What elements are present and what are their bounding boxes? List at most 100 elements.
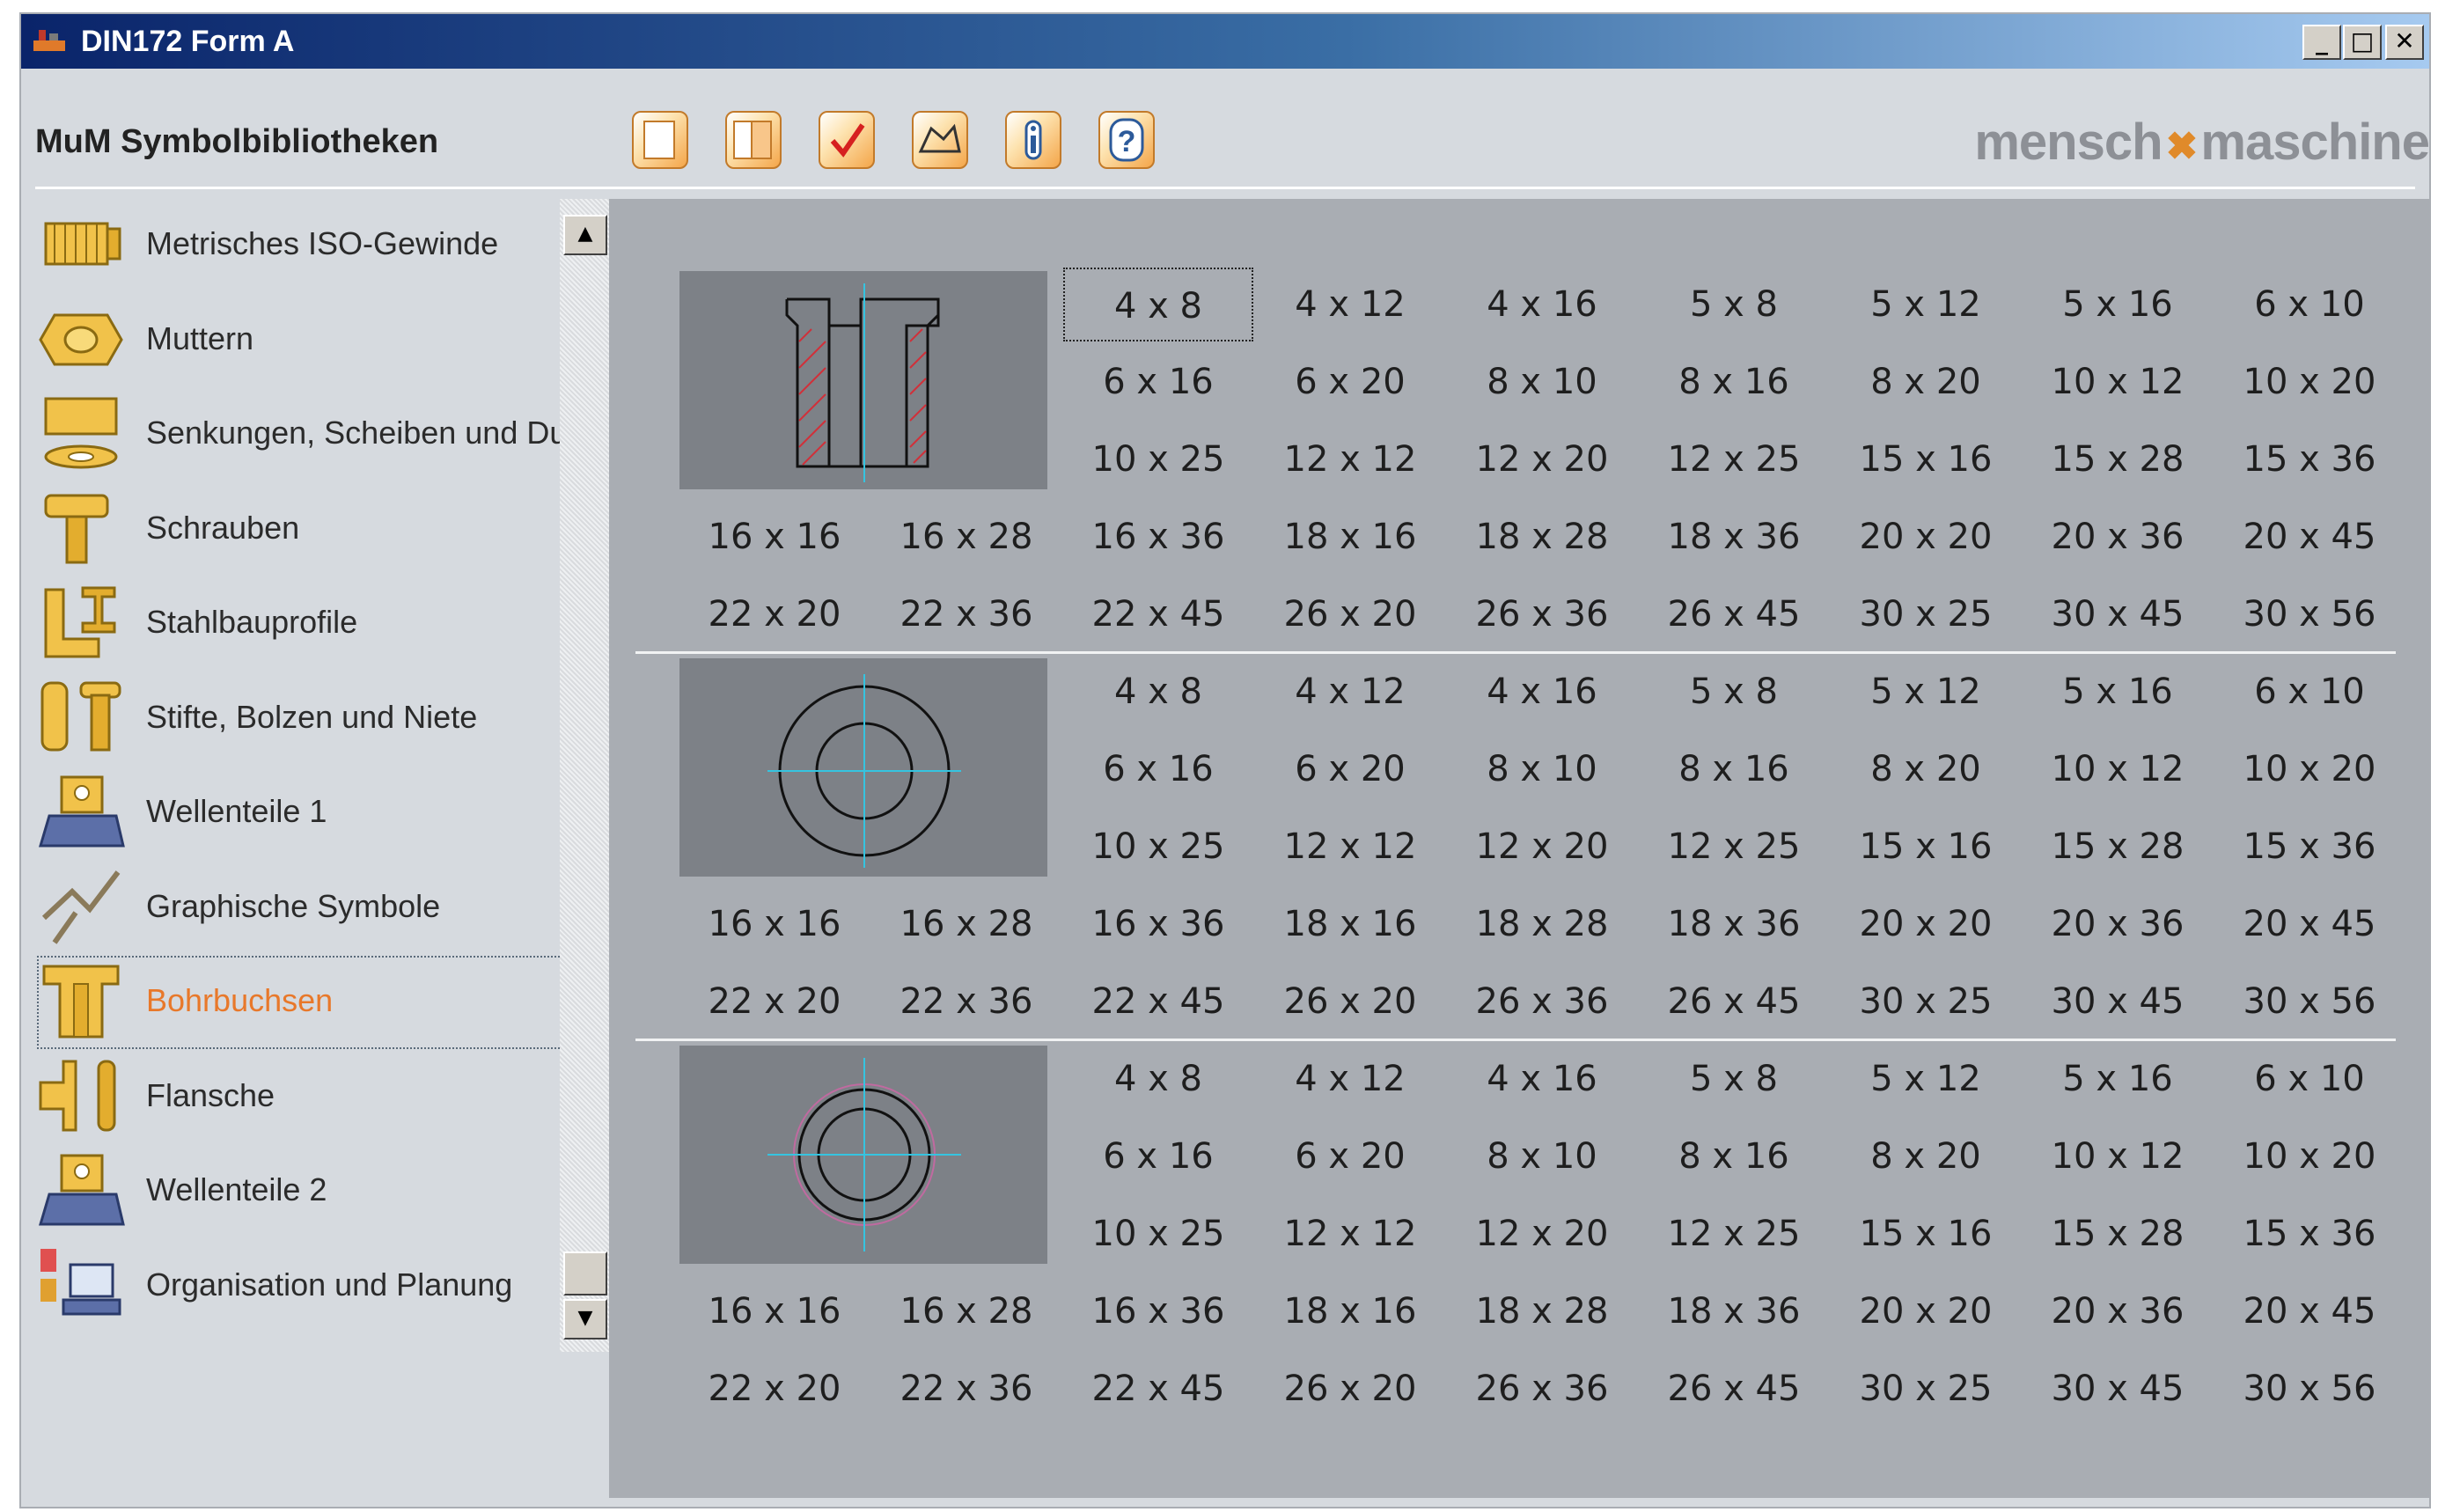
size-option[interactable]: 12 x 20 [1447, 810, 1637, 884]
size-option[interactable]: 20 x 45 [2214, 500, 2405, 574]
size-option[interactable]: 5 x 16 [2023, 268, 2213, 341]
size-option[interactable]: 30 x 25 [1831, 1352, 2021, 1426]
size-option[interactable]: 26 x 36 [1447, 577, 1637, 651]
size-option[interactable]: 4 x 8 [1063, 655, 1253, 729]
size-option[interactable]: 20 x 36 [2023, 1274, 2213, 1348]
size-option[interactable]: 16 x 16 [679, 1274, 870, 1348]
sidebar-item-graphische-symbole[interactable]: Graphische Symbole [37, 862, 574, 955]
size-option[interactable]: 22 x 36 [871, 1352, 1061, 1426]
size-option[interactable]: 16 x 28 [871, 500, 1061, 574]
sidebar-item-bohrbuchsen[interactable]: Bohrbuchsen [37, 956, 574, 1049]
size-option[interactable]: 5 x 12 [1831, 268, 2021, 341]
size-option[interactable]: 5 x 12 [1831, 1042, 2021, 1116]
check-button[interactable] [819, 111, 875, 169]
size-option[interactable]: 8 x 16 [1639, 1119, 1829, 1193]
size-option[interactable]: 18 x 36 [1639, 500, 1829, 574]
help-button[interactable]: ? [1098, 111, 1155, 169]
size-option[interactable]: 12 x 12 [1255, 810, 1445, 884]
size-option[interactable]: 22 x 45 [1063, 1352, 1253, 1426]
size-option[interactable]: 22 x 20 [679, 577, 870, 651]
size-option[interactable]: 20 x 45 [2214, 1274, 2405, 1348]
size-option[interactable]: 15 x 28 [2023, 810, 2213, 884]
sidebar-item-wellenteile-1[interactable]: Wellenteile 1 [37, 767, 574, 860]
size-option[interactable]: 6 x 16 [1063, 1119, 1253, 1193]
size-option[interactable]: 15 x 28 [2023, 422, 2213, 496]
size-option[interactable]: 4 x 16 [1447, 268, 1637, 341]
size-option[interactable]: 18 x 28 [1447, 887, 1637, 961]
size-option[interactable]: 15 x 28 [2023, 1197, 2213, 1271]
size-option[interactable]: 30 x 45 [2023, 1352, 2213, 1426]
size-option[interactable]: 20 x 20 [1831, 500, 2021, 574]
size-option[interactable]: 16 x 36 [1063, 500, 1253, 574]
size-option[interactable]: 4 x 16 [1447, 655, 1637, 729]
size-option[interactable]: 30 x 56 [2214, 965, 2405, 1039]
size-option[interactable]: 18 x 16 [1255, 500, 1445, 574]
size-option[interactable]: 6 x 20 [1255, 1119, 1445, 1193]
size-option[interactable]: 6 x 10 [2214, 1042, 2405, 1116]
size-option[interactable]: 26 x 45 [1639, 1352, 1829, 1426]
size-option[interactable]: 26 x 36 [1447, 965, 1637, 1039]
size-option[interactable]: 16 x 28 [871, 887, 1061, 961]
size-option[interactable]: 26 x 45 [1639, 965, 1829, 1039]
size-option[interactable]: 10 x 25 [1063, 1197, 1253, 1271]
size-option[interactable]: 6 x 16 [1063, 732, 1253, 806]
size-option[interactable]: 26 x 20 [1255, 577, 1445, 651]
size-option[interactable]: 10 x 20 [2214, 345, 2405, 419]
size-option[interactable]: 12 x 25 [1639, 1197, 1829, 1271]
size-option[interactable]: 18 x 36 [1639, 887, 1829, 961]
size-option[interactable]: 8 x 10 [1447, 732, 1637, 806]
size-option[interactable]: 20 x 45 [2214, 887, 2405, 961]
size-option[interactable]: 6 x 10 [2214, 655, 2405, 729]
size-option[interactable]: 10 x 12 [2023, 345, 2213, 419]
size-option[interactable]: 5 x 8 [1639, 1042, 1829, 1116]
size-option[interactable]: 6 x 16 [1063, 345, 1253, 419]
size-option[interactable]: 12 x 25 [1639, 810, 1829, 884]
size-option[interactable]: 6 x 20 [1255, 732, 1445, 806]
size-option[interactable]: 22 x 20 [679, 1352, 870, 1426]
size-option[interactable]: 4 x 12 [1255, 268, 1445, 341]
new-button[interactable] [632, 111, 688, 169]
size-option[interactable]: 12 x 20 [1447, 1197, 1637, 1271]
size-option[interactable]: 18 x 36 [1639, 1274, 1829, 1348]
scroll-thumb[interactable] [563, 1251, 607, 1295]
sidebar-item-senkungen-scheiben-und-du[interactable]: Senkungen, Scheiben und Du [37, 388, 574, 481]
page-button[interactable] [725, 111, 782, 169]
size-option[interactable]: 18 x 28 [1447, 500, 1637, 574]
size-option[interactable]: 26 x 20 [1255, 965, 1445, 1039]
size-option[interactable]: 15 x 36 [2214, 810, 2405, 884]
size-option[interactable]: 10 x 12 [2023, 1119, 2213, 1193]
size-option[interactable]: 15 x 36 [2214, 422, 2405, 496]
size-option[interactable]: 10 x 25 [1063, 810, 1253, 884]
size-option[interactable]: 30 x 25 [1831, 965, 2021, 1039]
sidebar-item-stahlbauprofile[interactable]: Stahlbauprofile [37, 577, 574, 671]
size-option[interactable]: 5 x 8 [1639, 655, 1829, 729]
size-option[interactable]: 8 x 10 [1447, 1119, 1637, 1193]
size-option[interactable]: 4 x 12 [1255, 655, 1445, 729]
sidebar-item-stifte-bolzen-und-niete[interactable]: Stifte, Bolzen und Niete [37, 672, 574, 766]
size-option[interactable]: 18 x 16 [1255, 1274, 1445, 1348]
size-option[interactable]: 26 x 20 [1255, 1352, 1445, 1426]
size-option[interactable]: 5 x 16 [2023, 1042, 2213, 1116]
size-option[interactable]: 18 x 16 [1255, 887, 1445, 961]
size-option[interactable]: 12 x 12 [1255, 1197, 1445, 1271]
bushing-bottom-view[interactable] [679, 1046, 1047, 1264]
size-option[interactable]: 4 x 16 [1447, 1042, 1637, 1116]
folder-button[interactable] [912, 111, 968, 169]
size-option[interactable]: 8 x 20 [1831, 732, 2021, 806]
size-option[interactable]: 10 x 20 [2214, 732, 2405, 806]
scroll-down-button[interactable]: ▼ [563, 1299, 607, 1340]
size-option[interactable]: 22 x 45 [1063, 965, 1253, 1039]
sidebar-item-wellenteile-2[interactable]: Wellenteile 2 [37, 1145, 574, 1238]
size-option[interactable]: 12 x 12 [1255, 422, 1445, 496]
sidebar-item-flansche[interactable]: Flansche [37, 1051, 574, 1144]
close-button[interactable]: ✕ [2385, 25, 2424, 60]
size-option[interactable]: 12 x 20 [1447, 422, 1637, 496]
size-option[interactable]: 5 x 16 [2023, 655, 2213, 729]
size-option[interactable]: 16 x 36 [1063, 1274, 1253, 1348]
size-option[interactable]: 16 x 16 [679, 887, 870, 961]
size-option[interactable]: 30 x 56 [2214, 577, 2405, 651]
size-option[interactable]: 10 x 12 [2023, 732, 2213, 806]
size-option[interactable]: 4 x 8 [1063, 268, 1253, 341]
size-option[interactable]: 12 x 25 [1639, 422, 1829, 496]
size-option[interactable]: 20 x 36 [2023, 500, 2213, 574]
